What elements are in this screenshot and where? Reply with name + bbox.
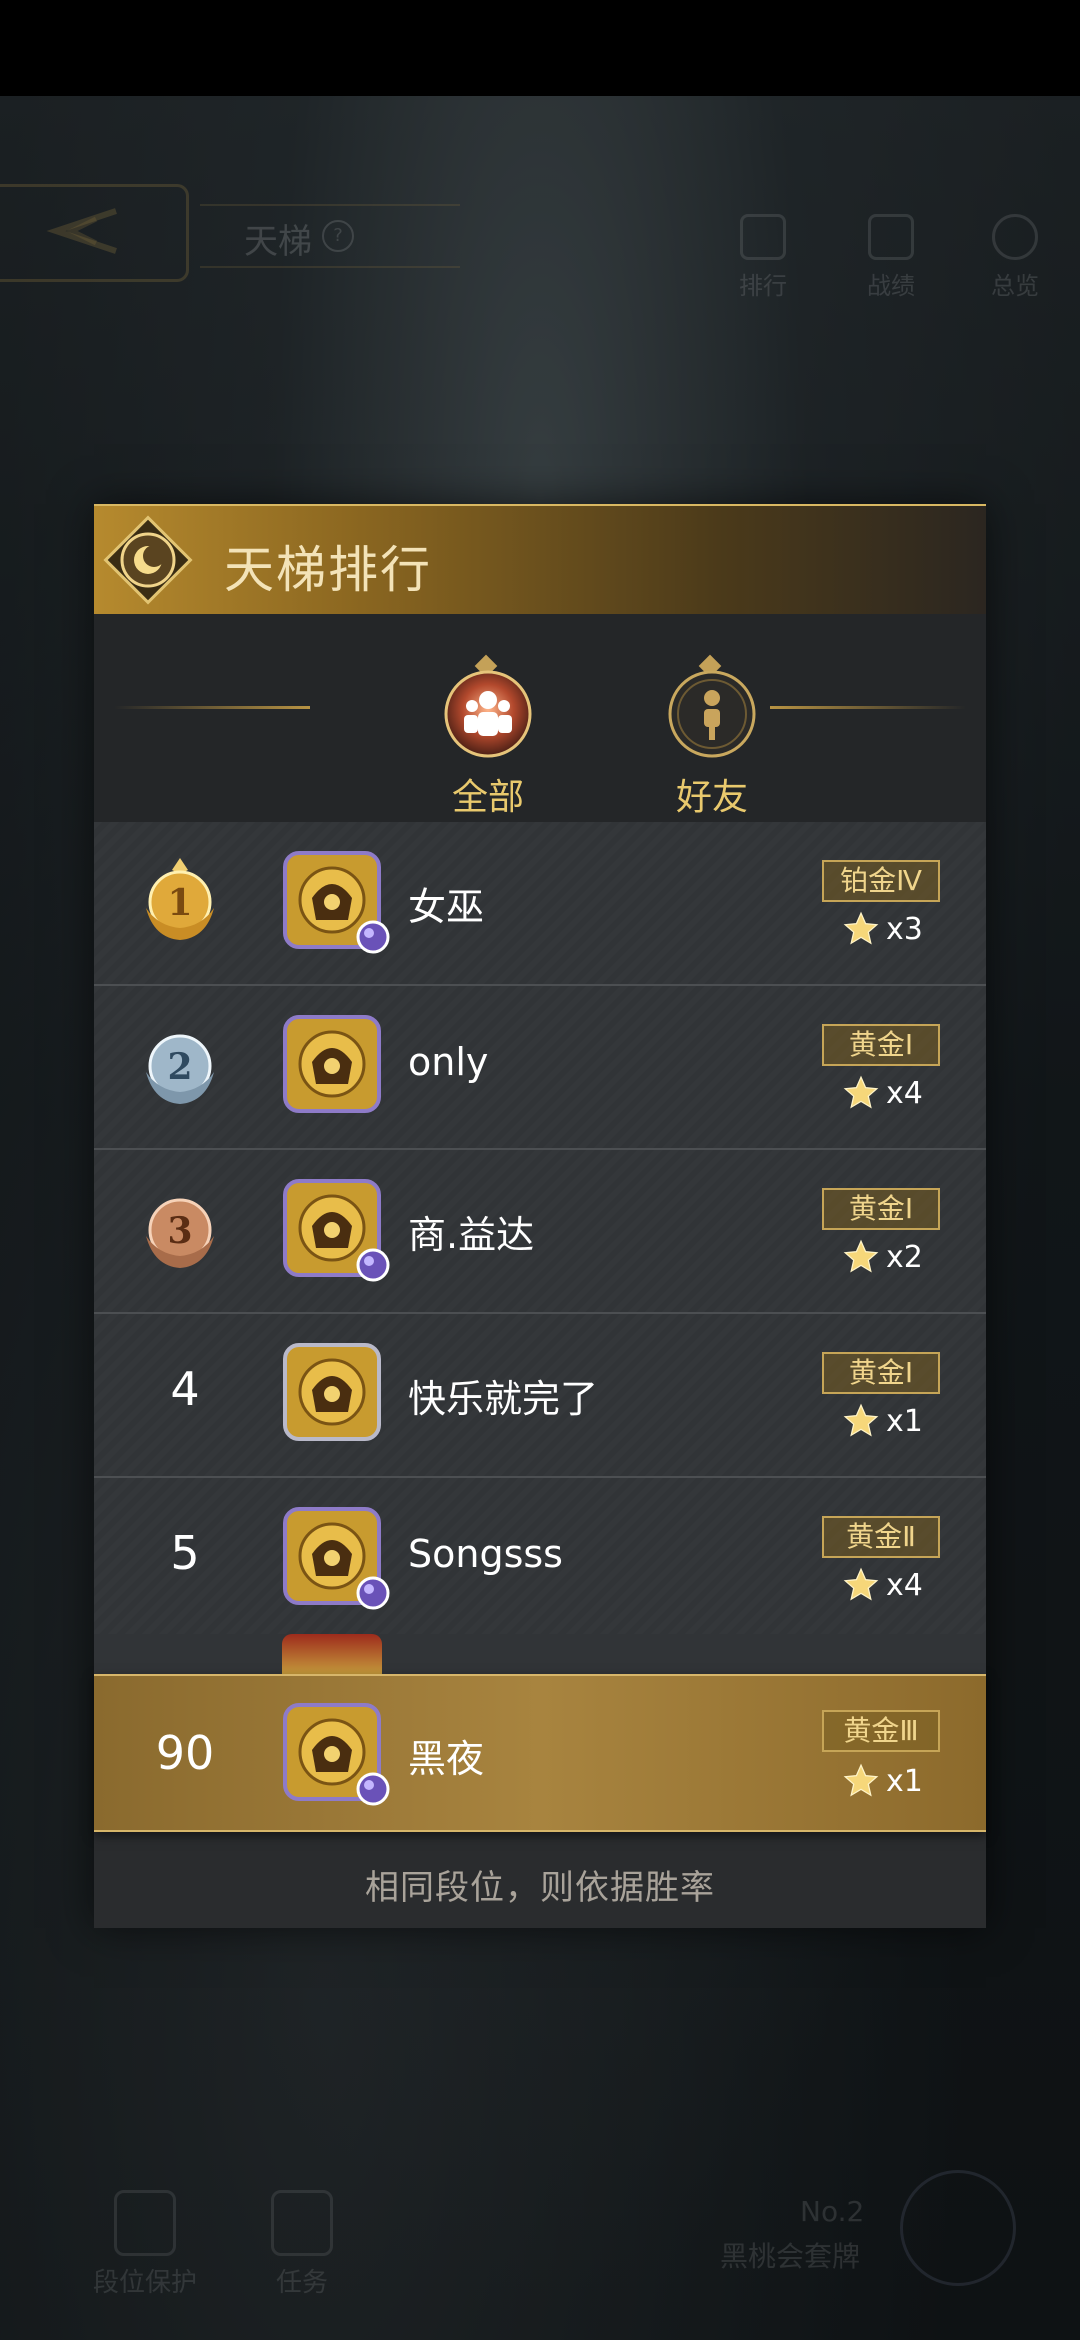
player-name: 女巫 (408, 885, 485, 929)
player-name: only (408, 1040, 489, 1084)
star-count: x4 (842, 1072, 942, 1116)
star-count: x3 (842, 908, 942, 952)
ranking-row[interactable]: 2 only 黄金Ⅰ x4 (94, 986, 986, 1150)
star-icon (843, 1763, 879, 1797)
purple-badge-icon (356, 1576, 390, 1610)
player-name: Songsss (408, 1532, 563, 1576)
tab-friends[interactable]: 好友 (652, 648, 772, 818)
panel-header: 天梯排行 (94, 504, 986, 616)
star-count: x1 (842, 1400, 942, 1444)
star-icon (843, 911, 879, 945)
tier-badge: 黄金Ⅰ (822, 1352, 940, 1394)
avatar[interactable] (282, 1342, 382, 1442)
self-player-name: 黑夜 (408, 1737, 485, 1781)
group-icon (444, 670, 532, 758)
star-icon (843, 1075, 879, 1109)
rank-number: 5 (170, 1526, 200, 1580)
ladder-emblem-icon (103, 515, 193, 605)
gold-medal-icon: 1 (146, 858, 214, 940)
star-count-value: x2 (886, 1240, 923, 1275)
tab-all-label: 全部 (451, 777, 524, 818)
avatar[interactable] (282, 1634, 382, 1674)
rank-1-number: 1 (167, 882, 192, 924)
star-icon (843, 1403, 879, 1437)
tier-badge: 黄金Ⅰ (822, 1188, 940, 1230)
self-rank-number: 90 (155, 1726, 215, 1780)
rank-2-number: 2 (167, 1046, 192, 1088)
footer-note: 相同段位，则依据胜率 (365, 1868, 715, 1908)
star-count-value: x4 (886, 1076, 923, 1111)
purple-badge-icon (356, 1772, 390, 1806)
rank-number: 4 (170, 1362, 200, 1416)
self-star-count-value: x1 (886, 1764, 923, 1799)
self-ranking-row[interactable]: 90 黑夜 黄金Ⅲ x1 (94, 1674, 986, 1832)
star-count: x4 (842, 1564, 942, 1608)
self-tier-badge: 黄金Ⅲ (822, 1710, 940, 1752)
divider-left (114, 706, 310, 709)
tab-friends-label: 好友 (675, 777, 748, 818)
footer-note-bar: 相同段位，则依据胜率 (94, 1834, 986, 1928)
bronze-medal-icon: 3 (146, 1198, 214, 1268)
ranking-row[interactable]: 4 快乐就完了 黄金Ⅰ x1 (94, 1314, 986, 1478)
tab-all[interactable]: 全部 (428, 648, 548, 818)
tier-badge: 铂金Ⅳ (822, 860, 940, 902)
avatar[interactable] (282, 1014, 382, 1114)
ranking-row[interactable]: 1 女巫 铂金Ⅳ x3 (94, 822, 986, 986)
player-name: 快乐就完了 (408, 1377, 599, 1421)
player-name: 商.益达 (408, 1213, 535, 1257)
filter-bar: 全部 好友 (94, 614, 986, 822)
ranking-row[interactable]: 3 商.益达 黄金Ⅰ x2 (94, 1150, 986, 1314)
purple-badge-icon (356, 1248, 390, 1282)
tier-badge: 黄金Ⅰ (822, 1024, 940, 1066)
star-count: x2 (842, 1236, 942, 1280)
star-icon (843, 1567, 879, 1601)
panel-title: 天梯排行 (224, 541, 432, 599)
star-count-value: x4 (886, 1568, 923, 1603)
ranking-row-partial[interactable] (94, 1634, 986, 1674)
silver-medal-icon: 2 (146, 1034, 214, 1104)
star-count-value: x1 (886, 1404, 923, 1439)
star-icon (843, 1239, 879, 1273)
self-star-count: x1 (842, 1760, 942, 1804)
person-icon (668, 670, 756, 758)
tier-badge: 黄金Ⅱ (822, 1516, 940, 1558)
divider-right (770, 706, 966, 709)
rank-3-number: 3 (167, 1210, 192, 1252)
purple-badge-icon (356, 920, 390, 954)
status-bar (0, 0, 1080, 96)
ranking-row[interactable]: 5 Songsss 黄金Ⅱ x4 (94, 1478, 986, 1642)
star-count-value: x3 (886, 912, 923, 947)
